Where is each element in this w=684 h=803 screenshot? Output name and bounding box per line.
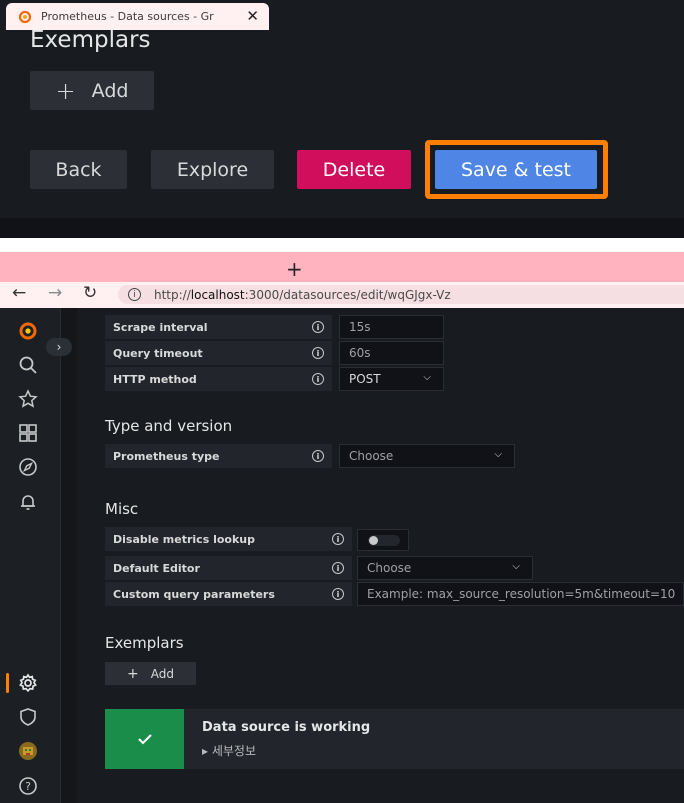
alert-message: Data source is working <box>202 720 371 735</box>
http-method-select[interactable]: POST ⌵ <box>339 367 444 391</box>
scrape-interval-input[interactable]: 15s <box>339 315 444 339</box>
grafana-logo-icon[interactable] <box>16 318 40 342</box>
add-exemplar-button[interactable]: + Add <box>30 71 154 110</box>
chevron-down-icon: ⌵ <box>423 372 431 383</box>
help-icon[interactable]: ? <box>16 774 40 798</box>
query-timeout-text: Query timeout <box>113 346 203 360</box>
info-icon[interactable]: i <box>332 588 344 600</box>
info-icon[interactable]: i <box>312 347 324 359</box>
info-icon[interactable]: i <box>312 321 324 333</box>
back-button[interactable]: Back <box>30 150 127 189</box>
prometheus-type-placeholder: Choose <box>349 449 394 463</box>
tab-close-icon[interactable]: ✕ <box>246 7 259 25</box>
type-version-heading: Type and version <box>105 417 233 435</box>
default-editor-text: Default Editor <box>113 561 200 575</box>
custom-query-params-label: Custom query parameters i <box>105 582 352 606</box>
http-method-value: POST <box>349 372 381 386</box>
default-editor-placeholder: Choose <box>367 561 412 575</box>
toggle-track <box>368 535 400 546</box>
info-icon[interactable]: i <box>332 533 344 545</box>
chevron-down-icon: ⌵ <box>512 561 520 572</box>
prometheus-type-label: Prometheus type i <box>105 444 332 468</box>
query-timeout-label: Query timeout i <box>105 341 332 365</box>
browser-tab-bar <box>0 252 684 282</box>
svg-text:?: ? <box>25 780 31 793</box>
active-nav-indicator <box>6 673 9 693</box>
save-test-button[interactable]: Save & test <box>435 150 597 189</box>
explore-button[interactable]: Explore <box>151 150 274 189</box>
url-prefix: http:// <box>154 287 191 302</box>
tab-title: Prometheus - Data sources - Gr <box>41 10 214 23</box>
delete-button[interactable]: Delete <box>297 150 411 189</box>
dashboards-icon[interactable] <box>16 421 40 445</box>
chevron-down-icon: ⌵ <box>494 449 502 460</box>
gear-icon[interactable] <box>16 671 40 695</box>
scrape-interval-label: Scrape interval i <box>105 315 332 339</box>
success-alert: Data source is working ▸ 세부정보 <box>105 709 684 769</box>
custom-query-params-text: Custom query parameters <box>113 587 275 601</box>
star-icon[interactable] <box>16 387 40 411</box>
prometheus-type-text: Prometheus type <box>113 449 220 463</box>
explore-compass-icon[interactable] <box>16 455 40 479</box>
http-method-text: HTTP method <box>113 372 197 386</box>
query-timeout-input[interactable]: 60s <box>339 341 444 365</box>
plus-icon: + <box>55 76 76 105</box>
sidebar-expand-button[interactable]: › <box>46 338 72 356</box>
alert-details-toggle[interactable]: ▸ 세부정보 <box>202 742 256 759</box>
info-icon[interactable]: i <box>332 562 344 574</box>
disable-metrics-lookup-toggle[interactable] <box>357 529 409 551</box>
url-path: :3000/datasources/edit/wqGJgx-Vz <box>244 287 451 302</box>
sidebar-gutter <box>61 308 77 803</box>
user-avatar[interactable] <box>16 739 40 763</box>
site-info-icon[interactable]: i <box>128 288 141 301</box>
new-tab-button[interactable]: + <box>286 257 303 281</box>
url-field[interactable]: i http://localhost:3000/datasources/edit… <box>118 285 684 304</box>
grafana-favicon-icon <box>18 10 32 24</box>
browser-tab[interactable]: Prometheus - Data sources - Gr ✕ <box>6 3 269 30</box>
shield-icon[interactable] <box>16 705 40 729</box>
disable-metrics-lookup-label: Disable metrics lookup i <box>105 527 352 551</box>
default-editor-label: Default Editor i <box>105 556 352 580</box>
search-icon[interactable] <box>16 353 40 377</box>
prometheus-type-select[interactable]: Choose ⌵ <box>339 444 515 468</box>
panel-footer-strip <box>0 218 684 238</box>
plus-icon: + <box>127 665 139 682</box>
exemplars-section-heading: Exemplars <box>105 634 184 652</box>
scrape-interval-text: Scrape interval <box>113 320 208 334</box>
alert-bell-icon[interactable] <box>16 490 40 514</box>
check-icon <box>105 709 184 769</box>
misc-heading: Misc <box>105 500 139 518</box>
url-host: localhost <box>190 287 245 302</box>
info-icon[interactable]: i <box>312 450 324 462</box>
add-exemplar-small-button[interactable]: + Add <box>105 662 196 685</box>
custom-query-params-input[interactable]: Example: max_source_resolution=5m&timeou… <box>357 582 684 606</box>
http-method-label: HTTP method i <box>105 367 332 391</box>
add-exemplar-label: Add <box>150 666 174 681</box>
forward-arrow-icon[interactable]: → <box>48 283 62 303</box>
toggle-knob <box>369 536 378 545</box>
disable-metrics-lookup-text: Disable metrics lookup <box>113 532 255 546</box>
exemplars-heading: Exemplars <box>30 27 151 53</box>
info-icon[interactable]: i <box>312 373 324 385</box>
back-arrow-icon[interactable]: ← <box>12 283 26 303</box>
reload-icon[interactable]: ↻ <box>83 283 97 303</box>
zoomed-button-panel: Exemplars + Add Back Explore Delete Save… <box>0 0 684 238</box>
default-editor-select[interactable]: Choose ⌵ <box>357 556 533 580</box>
add-label: Add <box>91 79 129 102</box>
